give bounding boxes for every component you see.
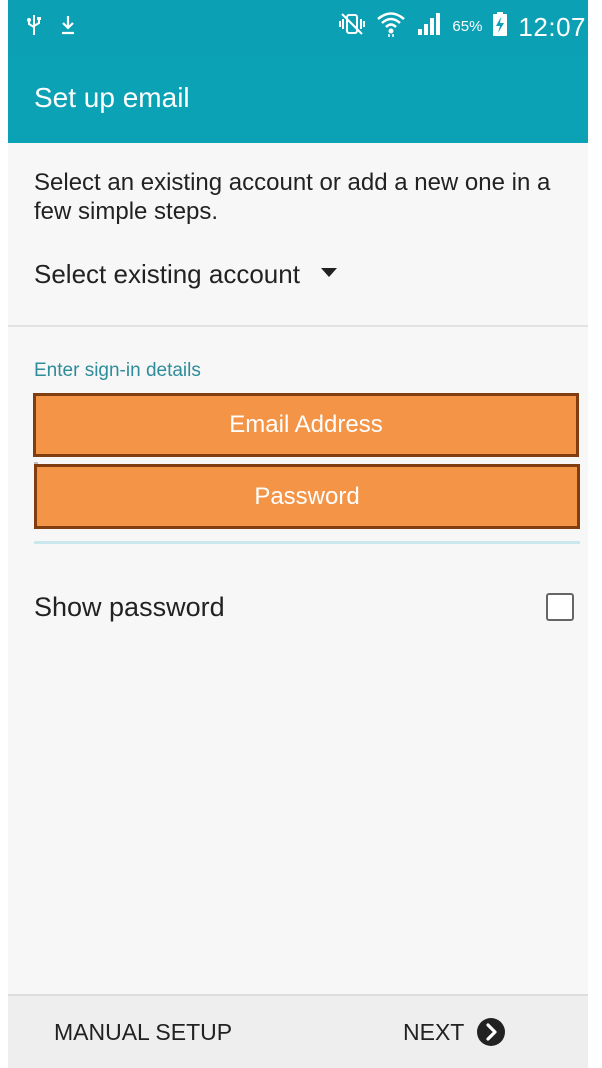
page-title: Set up email [34, 82, 190, 113]
email-address-label: Email Address [229, 411, 383, 438]
show-password-row[interactable]: Show password [34, 584, 574, 630]
status-time: 12:07 [518, 11, 586, 42]
battery-percent: 65% [452, 17, 483, 35]
bottom-action-bar: MANUAL SETUP NEXT [8, 994, 588, 1068]
app-bar: Set up email [8, 55, 588, 143]
next-button[interactable]: NEXT [403, 1016, 506, 1048]
chevron-right-circle-icon [476, 1017, 506, 1047]
battery-charging-icon [492, 11, 508, 42]
intro-text: Select an existing account or add a new … [34, 169, 551, 225]
email-setup-screen: 65% 12:07 Set up email Select an existin… [8, 0, 588, 1068]
show-password-checkbox[interactable] [546, 593, 574, 621]
password-label: Password [254, 482, 360, 510]
mute-vibrate-icon [338, 11, 366, 42]
wifi-icon [376, 10, 406, 43]
select-existing-account-dropdown[interactable]: Select existing account [34, 254, 338, 294]
dropdown-arrow-icon [320, 265, 338, 283]
show-password-label: Show password [34, 591, 225, 622]
manual-setup-button[interactable]: MANUAL SETUP [54, 1016, 232, 1048]
download-icon [60, 14, 76, 41]
status-left-icons [26, 14, 76, 41]
password-underline [34, 541, 580, 544]
status-bar: 65% 12:07 [8, 0, 588, 55]
sign-in-section-label: Enter sign-in details [34, 360, 201, 381]
email-address-field[interactable]: Email Address [33, 393, 579, 457]
signal-icon [416, 11, 442, 42]
manual-setup-label: MANUAL SETUP [54, 1019, 233, 1045]
divider [8, 325, 588, 327]
next-label: NEXT [403, 1019, 465, 1045]
usb-icon [26, 14, 42, 41]
select-existing-account-label: Select existing account [34, 259, 300, 289]
status-right-icons: 65% 12:07 [338, 10, 586, 43]
password-field[interactable]: Password [34, 464, 580, 529]
